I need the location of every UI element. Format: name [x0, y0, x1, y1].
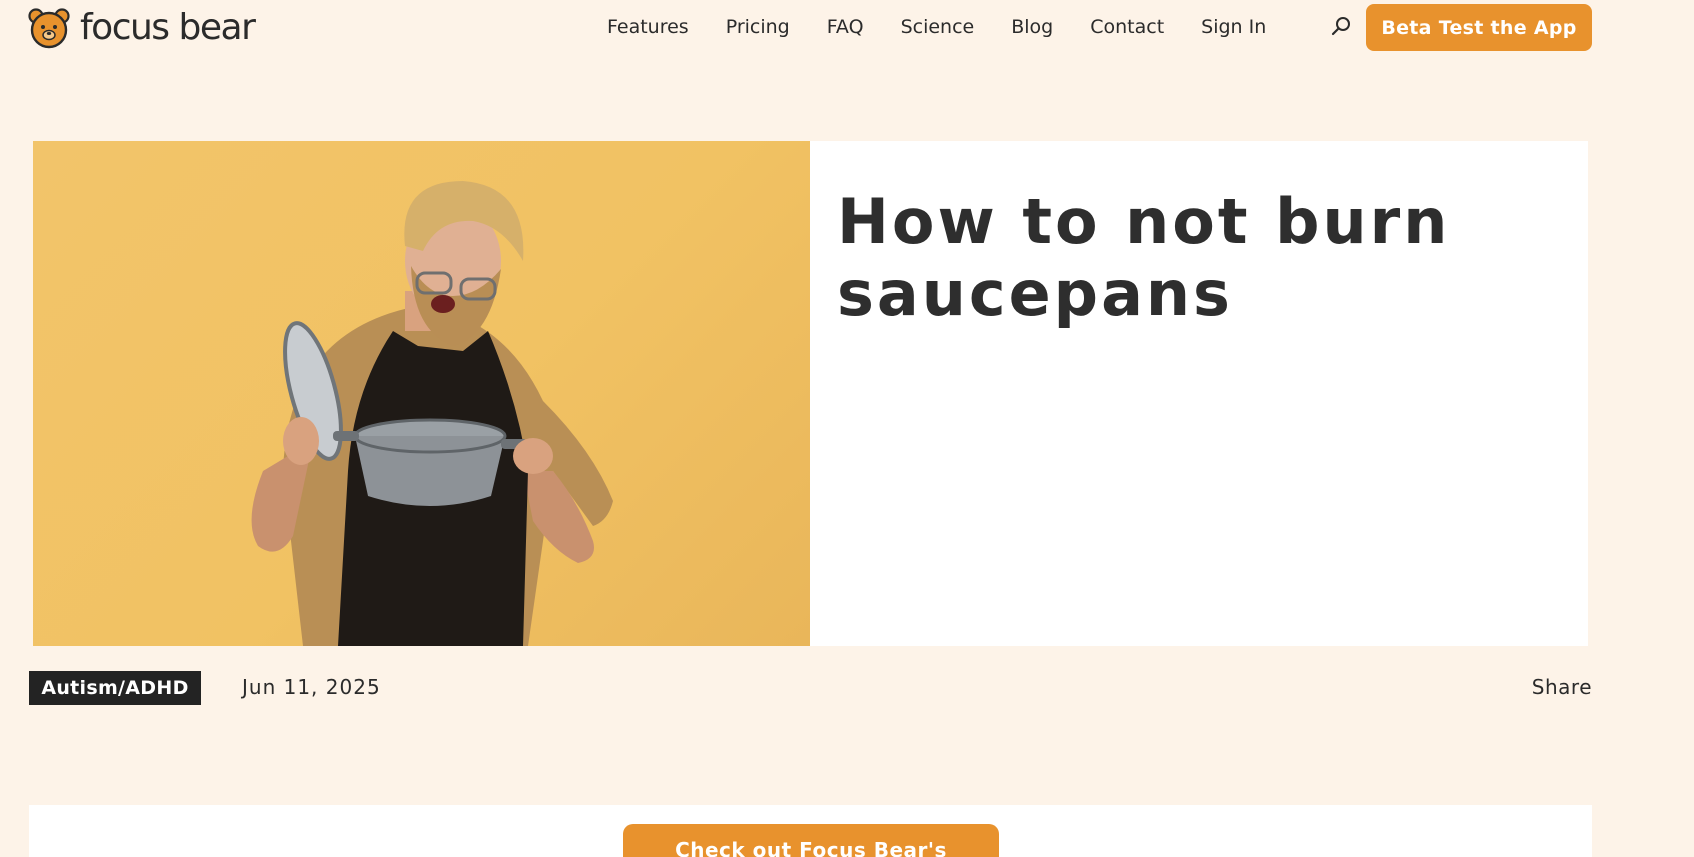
- nav-item-sign-in[interactable]: Sign In: [1201, 16, 1266, 38]
- site-header: focus bear Features Pricing FAQ Science …: [0, 0, 1694, 56]
- logo-link[interactable]: focus bear: [28, 6, 256, 50]
- bear-logo-icon: [28, 8, 70, 49]
- article-hero: How to not burn saucepans: [33, 141, 1588, 646]
- promo-card: Check out Focus Bear's: [29, 805, 1592, 857]
- nav-item-contact[interactable]: Contact: [1090, 16, 1164, 38]
- nav-item-features[interactable]: Features: [607, 16, 689, 38]
- nav-item-science[interactable]: Science: [901, 16, 975, 38]
- share-link[interactable]: Share: [1532, 675, 1592, 699]
- man-with-saucepan-illustration: [251, 181, 613, 646]
- nav-item-blog[interactable]: Blog: [1011, 16, 1053, 38]
- hero-text-panel: How to not burn saucepans: [810, 141, 1588, 646]
- nav-item-pricing[interactable]: Pricing: [726, 16, 790, 38]
- publish-date: Jun 11, 2025: [242, 675, 381, 699]
- main-nav: Features Pricing FAQ Science Blog Contac…: [607, 12, 1266, 42]
- article-title: How to not burn saucepans: [837, 185, 1451, 330]
- search-icon[interactable]: [1329, 14, 1353, 38]
- check-out-focus-bear-button[interactable]: Check out Focus Bear's: [623, 824, 999, 857]
- hero-image: [33, 141, 810, 646]
- brand-name: focus bear: [80, 7, 256, 48]
- beta-test-button[interactable]: Beta Test the App: [1366, 4, 1592, 51]
- category-tag[interactable]: Autism/ADHD: [29, 671, 201, 705]
- nav-item-faq[interactable]: FAQ: [827, 16, 864, 38]
